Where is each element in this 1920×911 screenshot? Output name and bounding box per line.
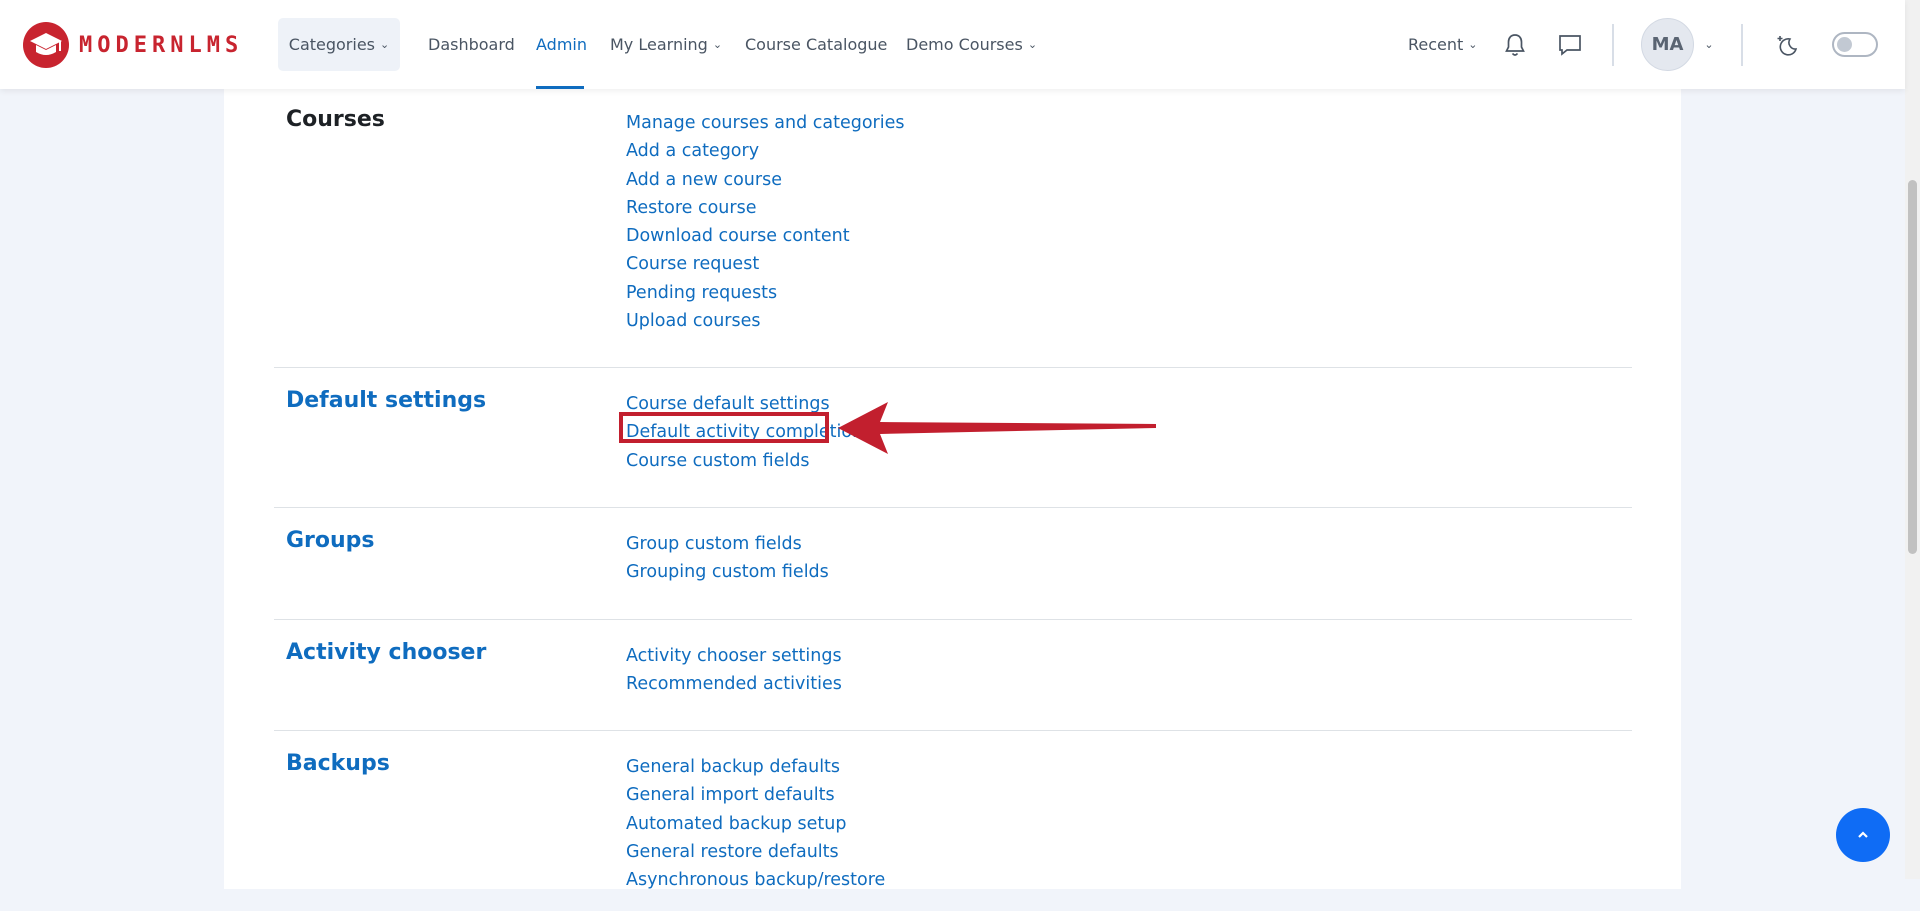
theme-toggle[interactable] [1832, 32, 1878, 57]
section-divider [274, 730, 1632, 731]
chevron-down-icon: ⌄ [1027, 38, 1038, 51]
recent-label: Recent [1408, 35, 1464, 54]
nav-my-learning[interactable]: My Learning ⌄ [610, 0, 722, 89]
admin-content-card: Courses Manage courses and categories Ad… [224, 89, 1681, 890]
link-asynchronous-backup-restore[interactable]: Asynchronous backup/restore [626, 866, 885, 894]
link-course-request[interactable]: Course request [626, 250, 904, 278]
section-title: Courses [286, 107, 385, 132]
section-title: Activity chooser [286, 640, 487, 665]
link-general-backup-defaults[interactable]: General backup defaults [626, 753, 885, 781]
link-group-custom-fields[interactable]: Group custom fields [626, 530, 829, 558]
link-default-activity-completion[interactable]: Default activity completion [626, 418, 863, 446]
toggle-knob [1837, 37, 1852, 52]
top-navbar: MODERNLMS Categories ⌄ Dashboard Admin M… [0, 0, 1905, 89]
link-manage-courses-and-categories[interactable]: Manage courses and categories [626, 109, 904, 137]
link-recommended-activities[interactable]: Recommended activities [626, 670, 842, 698]
section-backups: Backups General backup defaults General … [274, 751, 1632, 911]
section-links: Group custom fields Grouping custom fiel… [626, 530, 829, 587]
chat-icon[interactable] [1556, 32, 1584, 58]
link-pending-requests[interactable]: Pending requests [626, 279, 904, 307]
navbar-divider [1741, 24, 1743, 66]
chevron-down-icon[interactable]: ⌄ [1701, 36, 1717, 52]
active-tab-indicator [536, 86, 584, 89]
avatar-initials: MA [1651, 34, 1684, 55]
recent-menu[interactable]: Recent ⌄ [1408, 0, 1478, 89]
section-divider [274, 619, 1632, 620]
link-grouping-custom-fields[interactable]: Grouping custom fields [626, 558, 829, 586]
link-add-new-course[interactable]: Add a new course [626, 166, 904, 194]
scrollbar-thumb[interactable] [1908, 180, 1917, 554]
section-divider [274, 507, 1632, 508]
navbar-divider [1612, 24, 1614, 66]
link-restore-course[interactable]: Restore course [626, 194, 904, 222]
section-default-settings: Default settings Course default settings… [274, 388, 1632, 488]
nav-course-catalogue-label: Course Catalogue [745, 35, 888, 54]
section-activity-chooser: Activity chooser Activity chooser settin… [274, 640, 1632, 710]
bell-icon[interactable] [1502, 32, 1528, 58]
link-activity-chooser-settings[interactable]: Activity chooser settings [626, 642, 842, 670]
categories-menu[interactable]: Categories ⌄ [278, 18, 400, 71]
nav-my-learning-label: My Learning [610, 35, 708, 54]
link-general-import-defaults[interactable]: General import defaults [626, 781, 885, 809]
link-upload-courses[interactable]: Upload courses [626, 307, 904, 335]
chevron-up-icon [1858, 831, 1868, 838]
section-title: Backups [286, 751, 390, 776]
link-add-category[interactable]: Add a category [626, 137, 904, 165]
link-course-default-settings[interactable]: Course default settings [626, 390, 863, 418]
section-courses: Courses Manage courses and categories Ad… [274, 107, 1632, 331]
section-links: Course default settings Default activity… [626, 390, 863, 475]
link-download-course-content[interactable]: Download course content [626, 222, 904, 250]
link-course-custom-fields[interactable]: Course custom fields [626, 447, 863, 475]
section-title: Groups [286, 528, 375, 553]
chevron-down-icon: ⌄ [380, 38, 390, 51]
chevron-down-icon: ⌄ [712, 38, 723, 51]
link-automated-backup-setup[interactable]: Automated backup setup [626, 810, 885, 838]
avatar[interactable]: MA [1641, 18, 1694, 71]
brand-name: MODERNLMS [79, 32, 244, 58]
nav-demo-courses-label: Demo Courses [906, 35, 1023, 54]
section-divider [274, 367, 1632, 368]
nav-demo-courses[interactable]: Demo Courses ⌄ [906, 0, 1037, 89]
nav-course-catalogue[interactable]: Course Catalogue [745, 0, 887, 89]
section-links: General backup defaults General import d… [626, 753, 885, 894]
nav-admin[interactable]: Admin [536, 0, 587, 89]
section-groups: Groups Group custom fields Grouping cust… [274, 528, 1632, 598]
graduation-cap-logo-icon [23, 22, 69, 68]
link-general-restore-defaults[interactable]: General restore defaults [626, 838, 885, 866]
brand-logo[interactable]: MODERNLMS [22, 21, 243, 69]
nav-dashboard[interactable]: Dashboard [428, 0, 515, 89]
section-links: Manage courses and categories Add a cate… [626, 109, 904, 335]
nav-dashboard-label: Dashboard [428, 35, 515, 54]
categories-label: Categories [288, 35, 376, 54]
chevron-down-icon: ⌄ [1468, 38, 1478, 51]
back-to-top-button[interactable] [1836, 808, 1890, 862]
section-title: Default settings [286, 388, 487, 413]
dark-mode-icon[interactable] [1774, 32, 1800, 58]
nav-admin-label: Admin [536, 35, 587, 54]
section-links: Activity chooser settings Recommended ac… [626, 642, 842, 699]
